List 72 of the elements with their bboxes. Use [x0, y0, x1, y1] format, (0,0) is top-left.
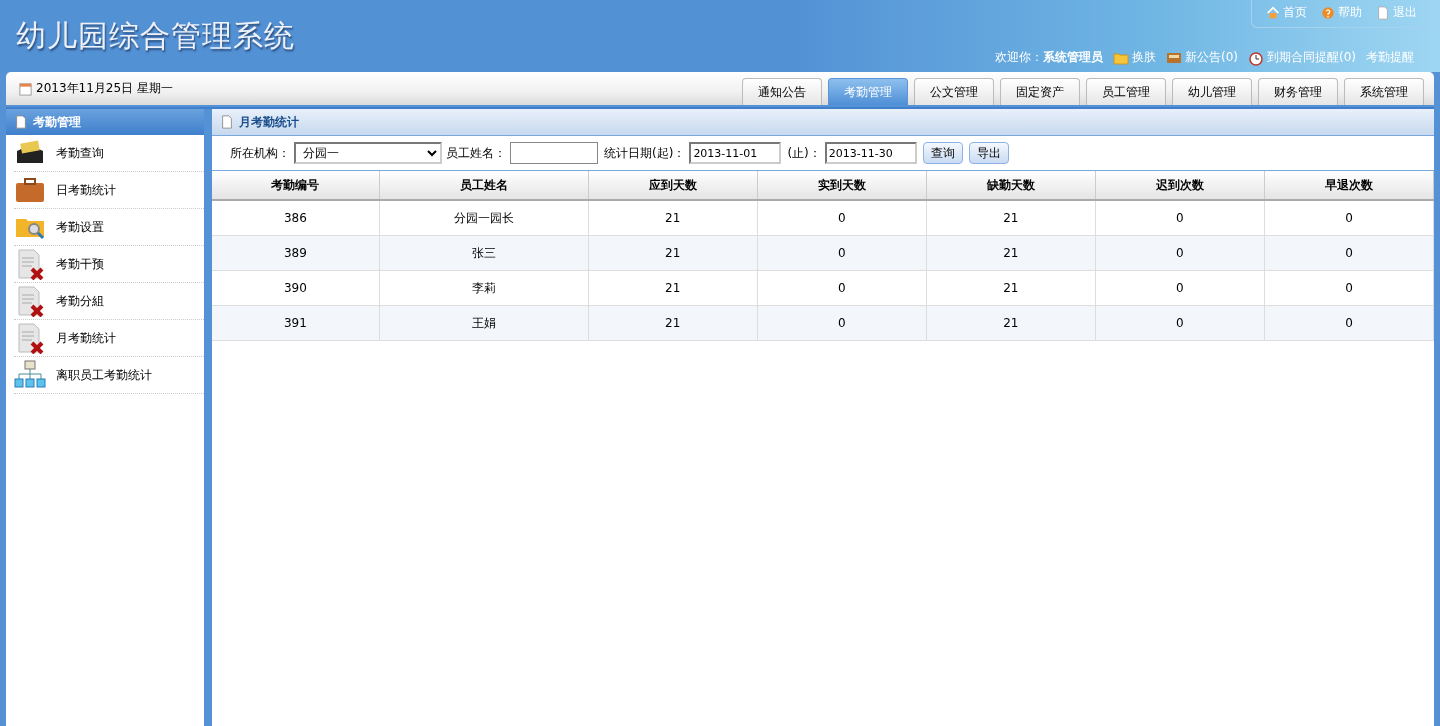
nav-tab[interactable]: 公文管理 [914, 78, 994, 105]
table-cell: 390 [212, 270, 380, 306]
page-icon [1376, 5, 1390, 20]
table-cell: 0 [1264, 305, 1434, 341]
org-chart-icon [14, 359, 46, 391]
table-cell: 21 [588, 305, 758, 341]
home-icon [1266, 5, 1280, 20]
sidebar-item-label[interactable]: 考勤设置 [56, 218, 104, 236]
clock-icon [1248, 49, 1264, 66]
sidebar-item-label[interactable]: 考勤分組 [56, 292, 104, 310]
nav-tab[interactable]: 员工管理 [1086, 78, 1166, 105]
table-cell: 21 [926, 200, 1096, 236]
org-select[interactable]: 分园一 [294, 142, 442, 164]
table-cell: 0 [1095, 270, 1265, 306]
sidebar-item-label[interactable]: 考勤查询 [56, 144, 104, 162]
table-cell: 0 [757, 235, 927, 271]
table-cell: 21 [588, 200, 758, 236]
column-header: 缺勤天数 [926, 171, 1096, 200]
table-cell: 386 [212, 200, 380, 236]
table-cell: 21 [926, 305, 1096, 341]
query-button[interactable]: 查询 [922, 142, 963, 164]
name-input[interactable] [510, 142, 598, 164]
table-cell: 0 [1264, 235, 1434, 271]
help-icon [1321, 5, 1335, 20]
table-cell: 21 [588, 270, 758, 306]
nav-tab[interactable]: 固定资产 [1000, 78, 1080, 105]
calendar-icon [18, 81, 33, 96]
table-cell: 389 [212, 235, 380, 271]
field-label: 所在机构： [230, 144, 290, 162]
column-header: 早退次数 [1264, 171, 1434, 200]
table-cell: 王娟 [379, 305, 589, 341]
sidebar-item-label[interactable]: 离职员工考勤统计 [56, 366, 152, 384]
page-icon [220, 115, 234, 129]
table-cell: 0 [757, 270, 927, 306]
table-cell: 0 [1264, 200, 1434, 236]
end-date-input[interactable]: 2013-11-30 [824, 142, 917, 164]
table-cell: 张三 [379, 235, 589, 271]
app-title: 幼儿园综合管理系统 [16, 17, 295, 55]
nav-tab[interactable]: 系统管理 [1344, 78, 1424, 105]
table-cell: 0 [1095, 305, 1265, 341]
column-header: 迟到次数 [1095, 171, 1265, 200]
table-cell: 0 [1095, 200, 1265, 236]
field-label: 统计日期(起)： [604, 144, 686, 162]
column-header: 实到天数 [757, 171, 927, 200]
table-cell: 李莉 [379, 270, 589, 306]
table-cell: 0 [1264, 270, 1434, 306]
welcome-text: 欢迎你：系统管理员 [995, 49, 1103, 66]
table-cell: 0 [1095, 235, 1265, 271]
panel-title: 月考勤统计 [239, 113, 299, 131]
table-cell: 21 [926, 270, 1096, 306]
table-cell: 21 [588, 235, 758, 271]
nav-tab[interactable]: 幼儿管理 [1172, 78, 1252, 105]
nav-tab[interactable]: 财务管理 [1258, 78, 1338, 105]
export-button[interactable]: 导出 [968, 142, 1009, 164]
field-label: 员工姓名： [446, 144, 506, 162]
start-date-input[interactable]: 2013-11-01 [689, 142, 782, 164]
nav-tab[interactable]: 通知公告 [742, 78, 822, 105]
field-label: (止)： [787, 144, 821, 162]
sidebar-item-label[interactable]: 日考勤统计 [56, 181, 116, 199]
sidebar-item-label[interactable]: 月考勤统计 [56, 329, 116, 347]
page-icon [14, 115, 28, 129]
table-cell: 分园一园长 [379, 200, 589, 236]
sidebar-title: 考勤管理 [33, 113, 81, 131]
table-cell: 21 [926, 235, 1096, 271]
table-cell: 0 [757, 305, 927, 341]
column-header: 员工姓名 [379, 171, 589, 200]
sidebar-item-label[interactable]: 考勤干预 [56, 255, 104, 273]
table-cell: 391 [212, 305, 380, 341]
column-header: 应到天数 [588, 171, 758, 200]
column-header: 考勤编号 [212, 171, 380, 200]
date-text: 2013年11月25日 星期一 [36, 80, 173, 97]
table-cell: 0 [757, 200, 927, 236]
